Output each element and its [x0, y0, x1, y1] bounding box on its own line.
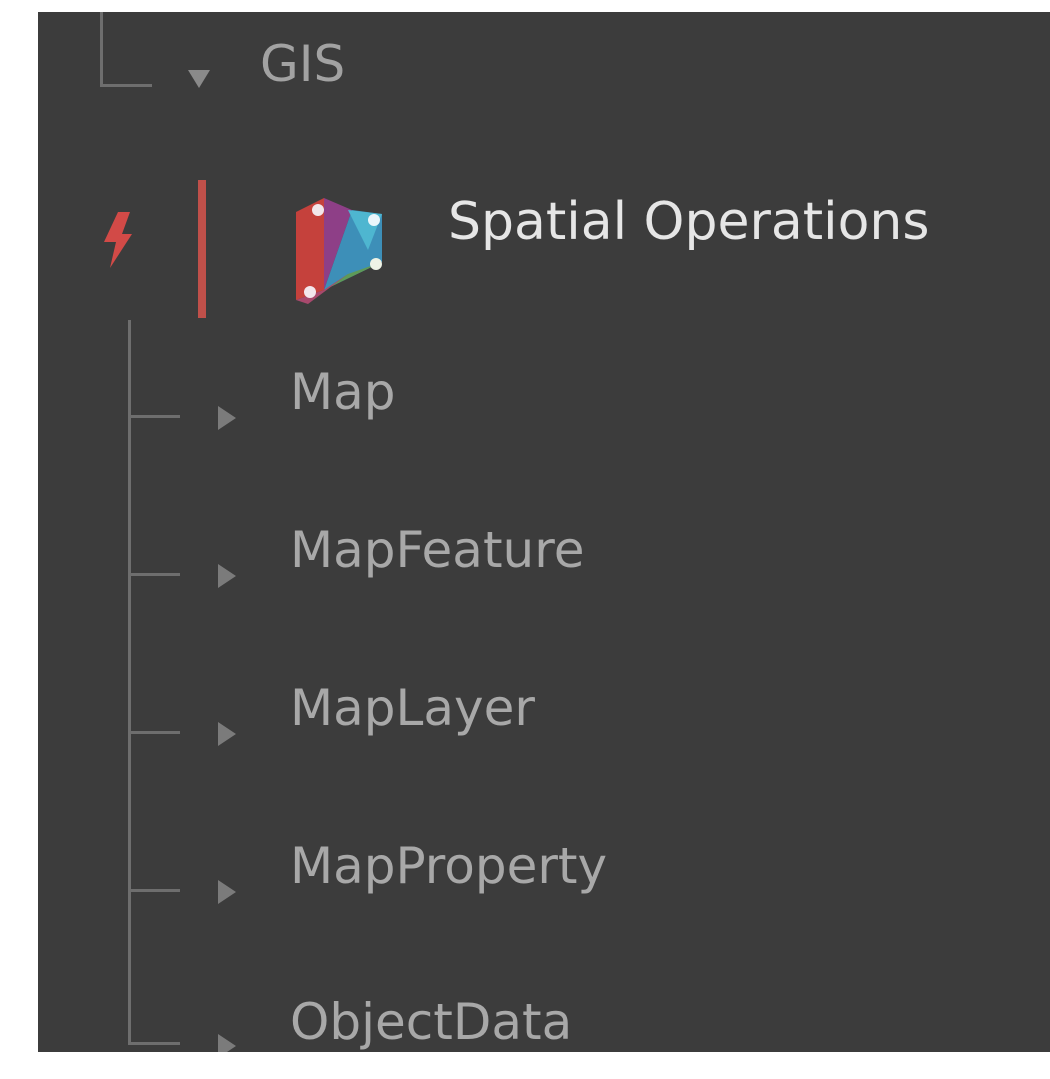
library-tree-panel: GIS Spatial Operations Map MapFeature Ma…: [38, 12, 1050, 1052]
selected-indicator-bar: [198, 180, 206, 318]
lightning-bolt-icon: [104, 212, 132, 268]
triangle-right-icon[interactable]: [218, 722, 236, 746]
tree-connector-horizontal: [128, 1042, 180, 1045]
tree-node-map[interactable]: Map: [38, 362, 1050, 442]
tree-node-label: Map: [290, 363, 396, 421]
tree-node-label: MapProperty: [290, 837, 608, 895]
tree-connector-horizontal: [128, 731, 180, 734]
triangle-right-icon[interactable]: [218, 406, 236, 430]
triangle-right-icon[interactable]: [218, 1034, 236, 1052]
tree-connector-horizontal: [128, 889, 180, 892]
dynamo-logo-icon: [296, 198, 382, 304]
tree-node-mapproperty[interactable]: MapProperty: [38, 836, 1050, 916]
tree-connector-horizontal: [128, 415, 180, 418]
tree-node-maplayer[interactable]: MapLayer: [38, 678, 1050, 758]
tree-node-label: ObjectData: [290, 993, 573, 1051]
tree-connector-horizontal-top: [100, 84, 152, 87]
package-name-label: Spatial Operations: [448, 192, 930, 252]
triangle-down-icon[interactable]: [188, 70, 210, 88]
triangle-right-icon[interactable]: [218, 880, 236, 904]
tree-node-objectdata[interactable]: ObjectData: [38, 992, 1050, 1052]
tree-connector-vertical-top: [100, 12, 103, 87]
tree-node-label: MapLayer: [290, 679, 535, 737]
tree-node-mapfeature[interactable]: MapFeature: [38, 520, 1050, 600]
tree-node-label: MapFeature: [290, 521, 585, 579]
triangle-right-icon[interactable]: [218, 564, 236, 588]
tree-connector-horizontal: [128, 573, 180, 576]
tree-node-label: GIS: [260, 35, 346, 93]
